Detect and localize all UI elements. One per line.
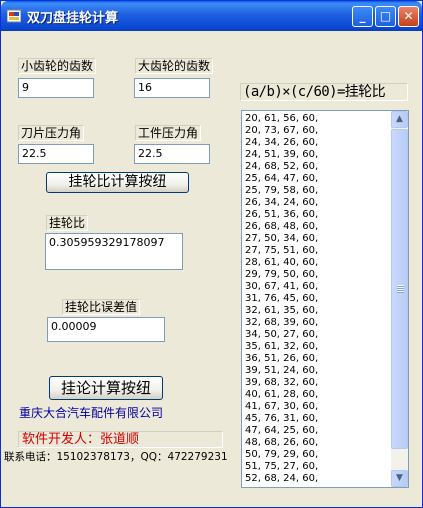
list-item[interactable]: 45, 76, 31, 60, bbox=[245, 413, 318, 425]
window-title: 双刀盘挂轮计算 bbox=[27, 11, 119, 26]
app-window: 双刀盘挂轮计算 _ □ ✕ 小齿轮的齿数 9 大齿轮的齿数 16 刀片压力角 2… bbox=[0, 0, 423, 508]
list-item[interactable]: 24, 51, 39, 60, bbox=[245, 149, 318, 161]
list-item[interactable]: 50, 79, 29, 60, bbox=[245, 449, 318, 461]
list-item[interactable]: 35, 61, 32, 60, bbox=[245, 341, 318, 353]
ratio-error-label: 挂轮比误差值 bbox=[62, 299, 141, 315]
scroll-thumb[interactable] bbox=[391, 129, 408, 449]
list-item[interactable]: 20, 61, 56, 60, bbox=[245, 113, 318, 125]
app-icon bbox=[7, 9, 21, 23]
small-gear-input[interactable]: 9 bbox=[18, 78, 94, 98]
list-item[interactable]: 36, 51, 26, 60, bbox=[245, 353, 318, 365]
calc-gear-button[interactable]: 挂论计算按纽 bbox=[49, 376, 163, 400]
blade-angle-input[interactable]: 22.5 bbox=[18, 144, 94, 164]
company-name: 重庆大合汽车配件有限公司 bbox=[19, 406, 164, 420]
vertical-scrollbar[interactable]: ▲ ▼ bbox=[391, 111, 408, 487]
list-item[interactable]: 41, 67, 30, 60, bbox=[245, 401, 318, 413]
minimize-icon: _ bbox=[359, 9, 366, 23]
title-bar[interactable]: 双刀盘挂轮计算 _ □ ✕ bbox=[1, 1, 422, 31]
list-item[interactable]: 39, 51, 24, 60, bbox=[245, 365, 318, 377]
work-angle-input[interactable]: 22.5 bbox=[134, 144, 210, 164]
list-item[interactable]: 24, 34, 26, 60, bbox=[245, 137, 318, 149]
list-item[interactable]: 25, 79, 58, 60, bbox=[245, 185, 318, 197]
list-item[interactable]: 52, 68, 24, 60, bbox=[245, 473, 318, 485]
list-item[interactable]: 40, 61, 28, 60, bbox=[245, 389, 318, 401]
ratio-output[interactable]: 0.305959329178097 bbox=[45, 233, 183, 270]
scroll-down-icon: ▼ bbox=[396, 473, 403, 483]
results-list: 20, 61, 56, 60, 20, 73, 67, 60, 24, 34, 26… bbox=[245, 113, 318, 485]
work-angle-label: 工件压力角 bbox=[135, 125, 202, 141]
small-gear-label: 小齿轮的齿数 bbox=[18, 58, 97, 74]
blade-angle-label: 刀片压力角 bbox=[18, 125, 85, 141]
list-item[interactable]: 29, 79, 50, 60, bbox=[245, 269, 318, 281]
maximize-icon: □ bbox=[379, 9, 392, 23]
large-gear-label: 大齿轮的齿数 bbox=[135, 58, 214, 74]
grip-icon bbox=[397, 285, 404, 293]
list-item[interactable]: 32, 68, 39, 60, bbox=[245, 317, 318, 329]
list-item[interactable]: 26, 34, 24, 60, bbox=[245, 197, 318, 209]
list-item[interactable]: 48, 68, 26, 60, bbox=[245, 437, 318, 449]
list-item[interactable]: 28, 61, 40, 60, bbox=[245, 257, 318, 269]
list-item[interactable]: 51, 75, 27, 60, bbox=[245, 461, 318, 473]
contact-info: 联系电话：15102378173，QQ：472279231 bbox=[4, 451, 228, 463]
maximize-button[interactable]: □ bbox=[375, 6, 396, 27]
list-item[interactable]: 27, 75, 51, 60, bbox=[245, 245, 318, 257]
scroll-up-icon: ▲ bbox=[396, 114, 403, 124]
list-item[interactable]: 25, 64, 47, 60, bbox=[245, 173, 318, 185]
developer-label: 软件开发人：张道顺 bbox=[18, 431, 223, 448]
formula-label: (a/b)×(c/60)=挂轮比 bbox=[240, 83, 408, 101]
ratio-error-output[interactable]: 0.00009 bbox=[47, 317, 165, 342]
ratio-label: 挂轮比 bbox=[46, 215, 89, 231]
close-icon: ✕ bbox=[403, 9, 414, 23]
list-item[interactable]: 27, 50, 34, 60, bbox=[245, 233, 318, 245]
results-listbox[interactable]: 20, 61, 56, 60, 20, 73, 67, 60, 24, 34, 26… bbox=[241, 110, 409, 488]
calc-ratio-button[interactable]: 挂轮比计算按纽 bbox=[46, 172, 189, 193]
list-item[interactable]: 30, 67, 41, 60, bbox=[245, 281, 318, 293]
list-item[interactable]: 26, 68, 48, 60, bbox=[245, 221, 318, 233]
list-item[interactable]: 39, 68, 32, 60, bbox=[245, 377, 318, 389]
list-item[interactable]: 32, 61, 35, 60, bbox=[245, 305, 318, 317]
list-item[interactable]: 26, 51, 36, 60, bbox=[245, 209, 318, 221]
list-item[interactable]: 34, 50, 27, 60, bbox=[245, 329, 318, 341]
scroll-down-button[interactable]: ▼ bbox=[391, 470, 408, 487]
scroll-up-button[interactable]: ▲ bbox=[391, 111, 408, 128]
list-item[interactable]: 31, 76, 45, 60, bbox=[245, 293, 318, 305]
list-item[interactable]: 24, 68, 52, 60, bbox=[245, 161, 318, 173]
large-gear-input[interactable]: 16 bbox=[134, 78, 210, 98]
list-item[interactable]: 47, 64, 25, 60, bbox=[245, 425, 318, 437]
minimize-button[interactable]: _ bbox=[352, 6, 373, 27]
list-item[interactable]: 20, 73, 67, 60, bbox=[245, 125, 318, 137]
close-button[interactable]: ✕ bbox=[398, 6, 419, 27]
